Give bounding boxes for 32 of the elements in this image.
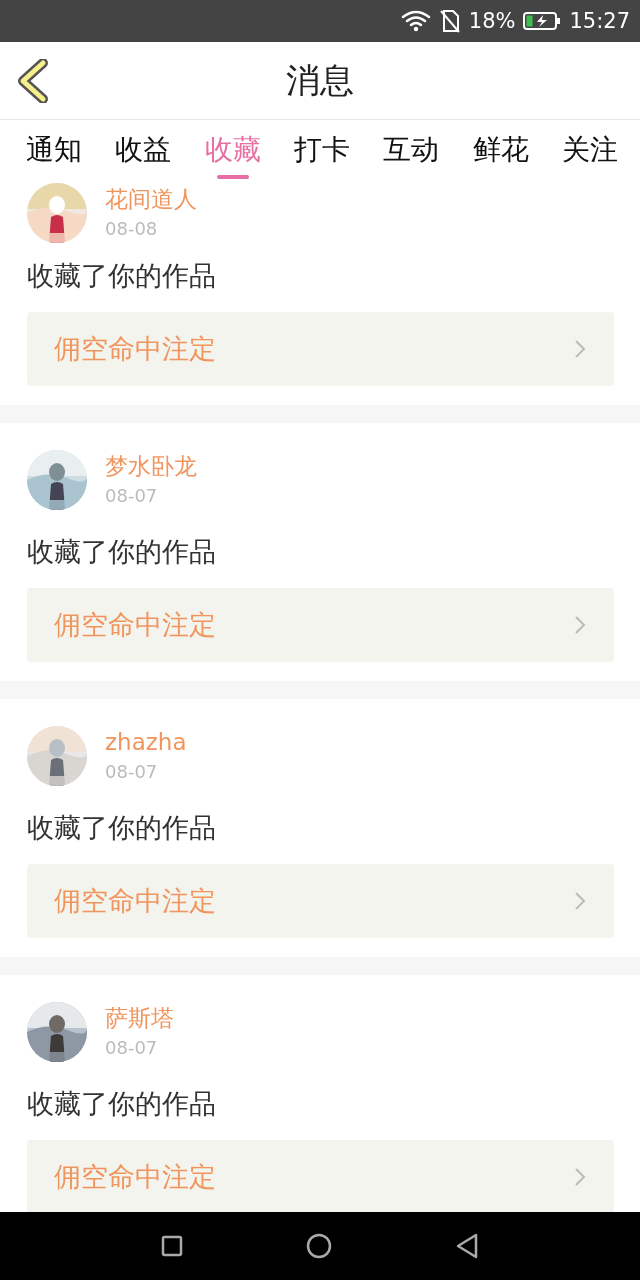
back-icon[interactable] [17,59,49,103]
message-date: 08-08 [105,217,159,241]
wifi-icon [400,9,431,33]
message-text: 收藏了你的作品 [27,1087,217,1121]
message-date: 08-07 [105,484,159,508]
user-name: 花间道人 [105,185,197,214]
tab[interactable]: 收益 [111,120,176,183]
message-text: 收藏了你的作品 [27,811,217,845]
chevron-right-icon [574,615,586,635]
tab[interactable]: 打卡 [290,120,354,183]
battery-percent: 18% [468,9,516,33]
home-icon[interactable] [306,1233,332,1259]
user-name: zhazha [105,728,187,757]
message-date: 08-07 [105,760,159,784]
message-text: 收藏了你的作品 [27,259,217,293]
tab[interactable]: 互动 [379,120,444,183]
recent-apps-icon[interactable] [161,1235,184,1257]
tab[interactable]: 关注 [557,120,622,183]
user-name: 萨斯塔 [105,1004,174,1033]
clock-time: 15:27 [569,9,630,33]
no-sim-icon [438,9,461,33]
back-nav-icon[interactable] [454,1233,479,1259]
tab[interactable]: 通知 [22,120,86,183]
chevron-right-icon [574,339,586,359]
chevron-right-icon [574,1167,586,1187]
battery-charging-icon [523,11,562,31]
message-date: 08-07 [105,1036,159,1060]
tab[interactable]: 鲜花 [468,120,533,183]
user-name: 梦水卧龙 [105,452,197,481]
message-text: 收藏了你的作品 [27,535,217,569]
page-title: 消息 [286,58,354,102]
chevron-right-icon [574,891,586,911]
